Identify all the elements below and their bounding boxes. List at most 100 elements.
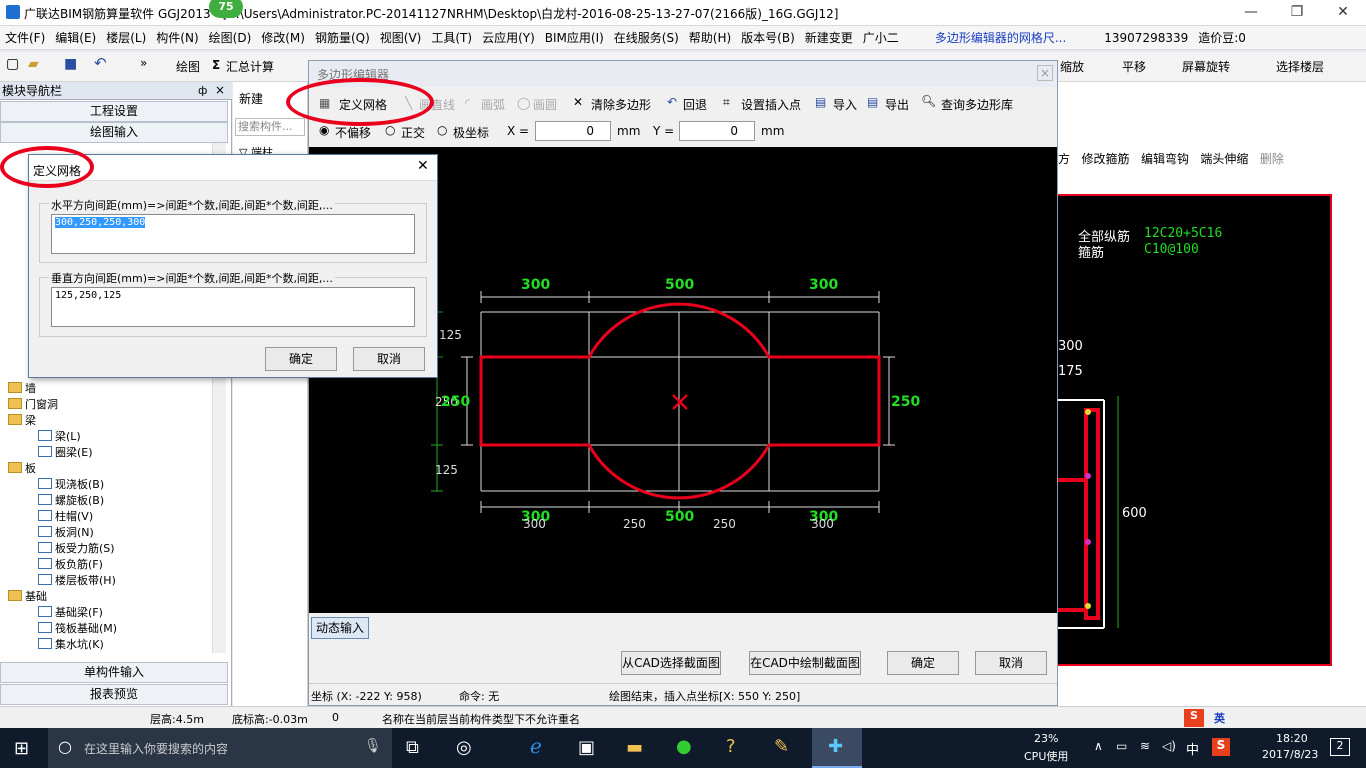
- browser-icon[interactable]: ●: [676, 736, 692, 757]
- sogou-icon[interactable]: S: [1184, 709, 1204, 727]
- component-search-input[interactable]: 搜索构件...: [235, 118, 305, 136]
- y-input[interactable]: 0: [679, 121, 755, 141]
- sogou-tray-icon[interactable]: S: [1212, 738, 1230, 756]
- draw-in-cad-button[interactable]: 在CAD中绘制截面图: [749, 651, 861, 675]
- new-change-menu[interactable]: 新建变更: [800, 26, 858, 50]
- tree-slab-hole[interactable]: 板洞(N): [55, 526, 94, 539]
- menu-floor[interactable]: 楼层(L): [101, 26, 151, 50]
- menu-version[interactable]: 版本号(B): [736, 26, 800, 50]
- help-app-icon[interactable]: ?: [726, 736, 736, 757]
- draw-button[interactable]: 绘图: [176, 58, 200, 75]
- editor-close-icon[interactable]: ×: [1037, 65, 1053, 81]
- menu-online[interactable]: 在线服务(S): [609, 26, 684, 50]
- right-tool-0[interactable]: 方: [1058, 152, 1070, 166]
- microphone-icon[interactable]: 🎙︎: [364, 738, 382, 754]
- query-library-button[interactable]: 查询多边形库: [941, 96, 1013, 113]
- ime-english[interactable]: 英: [1214, 710, 1225, 726]
- polar-radio[interactable]: ○: [437, 123, 447, 137]
- tree-cast-slab[interactable]: 现浇板(B): [55, 478, 104, 491]
- tree-raft[interactable]: 筏板基础(M): [55, 622, 117, 635]
- undo-icon[interactable]: ↶: [94, 54, 107, 72]
- tray-chevron-icon[interactable]: ∧: [1094, 739, 1103, 753]
- tree-wall[interactable]: 墙: [25, 382, 36, 395]
- wifi-icon[interactable]: ≋: [1140, 739, 1150, 753]
- minimize-button[interactable]: —: [1228, 0, 1274, 26]
- delete-button[interactable]: 删除: [1260, 152, 1284, 166]
- menu-view[interactable]: 视图(V): [375, 26, 427, 50]
- zoom-button[interactable]: 缩放: [1060, 58, 1084, 75]
- modify-stirrup-button[interactable]: 修改箍筋: [1081, 152, 1129, 166]
- user-phone[interactable]: 13907298339: [1099, 26, 1193, 50]
- tree-column-cap[interactable]: 柱帽(V): [55, 510, 93, 523]
- from-cad-button[interactable]: 从CAD选择截面图: [621, 651, 721, 675]
- windows-start-icon[interactable]: ⊞: [14, 738, 29, 759]
- ime-indicator[interactable]: 中: [1186, 739, 1199, 758]
- pin-icon[interactable]: ф: [198, 84, 207, 97]
- edit-hook-button[interactable]: 编辑弯钩: [1141, 152, 1189, 166]
- more-icon[interactable]: »: [140, 56, 147, 70]
- notice-link[interactable]: 多边形编辑器的网格尺...: [930, 26, 1071, 50]
- ortho-radio[interactable]: ○: [385, 123, 395, 137]
- draw-arc-button[interactable]: 画弧: [481, 96, 505, 113]
- vertical-spacing-input[interactable]: 125,250,125: [51, 287, 415, 327]
- no-offset-radio[interactable]: ◉: [319, 123, 329, 137]
- menu-rebar[interactable]: 钢筋量(Q): [310, 26, 375, 50]
- store-icon[interactable]: ▣: [578, 737, 595, 758]
- open-folder-icon[interactable]: ▰: [28, 56, 39, 72]
- tree-slab-band[interactable]: 楼层板带(H): [55, 574, 116, 587]
- menu-bim[interactable]: BIM应用(I): [540, 26, 609, 50]
- set-insert-point-button[interactable]: 设置插入点: [741, 96, 801, 113]
- tree-sump[interactable]: 集水坑(K): [55, 638, 104, 651]
- menu-draw[interactable]: 绘图(D): [204, 26, 257, 50]
- end-stretch-button[interactable]: 端头伸缩: [1200, 152, 1248, 166]
- rotate-button[interactable]: 屏幕旋转: [1182, 58, 1230, 75]
- x-input[interactable]: 0: [535, 121, 611, 141]
- menu-tools[interactable]: 工具(T): [426, 26, 477, 50]
- tree-beam[interactable]: 梁: [25, 414, 36, 427]
- notes-app-icon[interactable]: ✎: [774, 736, 789, 757]
- menu-help[interactable]: 帮助(H): [684, 26, 736, 50]
- menu-edit[interactable]: 编辑(E): [50, 26, 101, 50]
- horizontal-spacing-input[interactable]: 300,250,250,300: [51, 214, 415, 254]
- tree-slab[interactable]: 板: [25, 462, 36, 475]
- menu-component[interactable]: 构件(N): [151, 26, 203, 50]
- save-icon[interactable]: ■: [64, 56, 77, 72]
- tree-ring-beam[interactable]: 圈梁(E): [55, 446, 93, 459]
- tree-slab-rebar[interactable]: 板受力筋(S): [55, 542, 115, 555]
- clear-polygon-button[interactable]: 清除多边形: [591, 96, 651, 113]
- dialog-ok-button[interactable]: 确定: [265, 347, 337, 371]
- menu-file[interactable]: 文件(F): [0, 26, 50, 50]
- volume-icon[interactable]: ◁): [1162, 739, 1176, 753]
- notification-center-icon[interactable]: 2: [1330, 738, 1350, 756]
- panel-close-icon[interactable]: ×: [215, 83, 225, 97]
- tree-door-window[interactable]: 门窗洞: [25, 398, 58, 411]
- editor-ok-button[interactable]: 确定: [887, 651, 959, 675]
- restore-button[interactable]: ❐: [1274, 0, 1320, 26]
- editor-cancel-button[interactable]: 取消: [975, 651, 1047, 675]
- select-floor-button[interactable]: 选择楼层: [1276, 58, 1324, 75]
- notification-badge[interactable]: 75: [209, 0, 243, 18]
- import-button[interactable]: 导入: [833, 96, 857, 113]
- menu-modify[interactable]: 修改(M): [256, 26, 310, 50]
- app-swirl-icon[interactable]: ◎: [456, 737, 472, 758]
- assistant-menu[interactable]: 广小二: [858, 26, 904, 50]
- edge-icon[interactable]: ℯ: [530, 734, 542, 758]
- project-settings-button[interactable]: 工程设置: [0, 101, 228, 122]
- tree-beam-l[interactable]: 梁(L): [55, 430, 81, 443]
- file-explorer-icon[interactable]: ▬: [626, 737, 643, 758]
- menu-cloud[interactable]: 云应用(Y): [477, 26, 540, 50]
- export-button[interactable]: 导出: [885, 96, 909, 113]
- tree-negative-rebar[interactable]: 板负筋(F): [55, 558, 103, 571]
- drawing-input-button[interactable]: 绘图输入: [0, 122, 228, 143]
- tree-foundation[interactable]: 基础: [25, 590, 47, 603]
- pan-button[interactable]: 平移: [1122, 58, 1146, 75]
- close-button[interactable]: ✕: [1320, 0, 1366, 26]
- ggj-app-icon[interactable]: ✚: [812, 728, 862, 768]
- dialog-cancel-button[interactable]: 取消: [353, 347, 425, 371]
- tree-spiral-slab[interactable]: 螺旋板(B): [55, 494, 104, 507]
- draw-circle-button[interactable]: 画圆: [533, 96, 557, 113]
- new-file-icon[interactable]: ▢: [6, 56, 19, 72]
- dialog-close-icon[interactable]: ✕: [417, 158, 429, 174]
- sum-button[interactable]: 汇总计算: [226, 58, 274, 75]
- tree-foundation-beam[interactable]: 基础梁(F): [55, 606, 103, 619]
